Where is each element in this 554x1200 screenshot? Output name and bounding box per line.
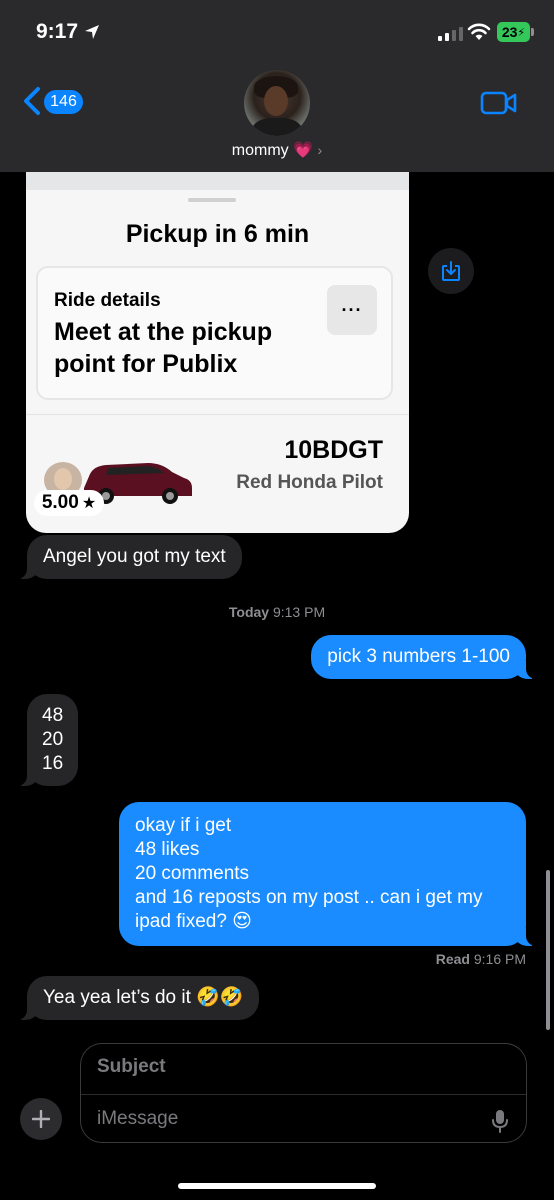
more-options-button: ··· [327,285,377,335]
battery-icon: 23 ⚡ [497,22,530,42]
microphone-icon[interactable] [491,1108,509,1134]
compose-box[interactable]: Subject iMessage [80,1043,527,1143]
ride-details-text: Meet at the pickup point for Publix [54,318,273,378]
status-time: 9:17 [36,20,79,43]
read-label: Read [435,951,470,967]
scroll-indicator[interactable] [546,870,550,1030]
message-bubble-outgoing[interactable]: pick 3 numbers 1-100 [311,635,538,679]
timestamp-time: 9:13 PM [272,604,326,620]
card-divider [26,414,409,415]
car-model: Red Honda Pilot [236,472,383,493]
message-text: Yea yea let’s do it 🤣🤣 [43,987,244,1008]
message-bubble-incoming[interactable]: 48 20 16 [14,694,79,786]
contact-avatar[interactable] [244,70,310,136]
contact-name[interactable]: mommy [232,142,289,159]
battery-level: 23 [501,24,518,40]
star-icon: ★ [81,495,97,512]
apps-plus-button[interactable] [20,1098,62,1140]
map-strip [26,172,409,190]
message-bubble-incoming[interactable]: Angel you got my text [15,535,242,579]
ride-details-box: Ride details Meet at the pickup point fo… [36,266,393,400]
save-download-icon[interactable] [428,248,474,294]
driver-rating: 5.00 ★ [34,490,104,516]
wifi-icon [467,23,491,40]
message-bubble-outgoing[interactable]: okay if i get 48 likes 20 comments and 1… [119,802,538,946]
rating-value: 5.00 [41,492,79,513]
contact-name-row[interactable]: mommy 💗 › [0,140,554,160]
chevron-right-icon: › [317,142,323,158]
pickup-title: Pickup in 6 min [125,220,310,248]
read-receipt: Read 9:16 PM [436,951,526,967]
subject-input[interactable]: Subject [97,1056,497,1078]
video-call-icon[interactable] [480,90,518,116]
ride-details-label: Ride details [54,290,161,311]
read-time: 9:16 PM [473,951,526,967]
back-chevron-icon[interactable] [22,86,42,116]
location-arrow-icon [85,25,99,39]
conversation-header: 9:17 23 ⚡ 146 mommy 💗 › [0,0,554,172]
ride-share-screenshot[interactable]: Pickup in 6 min Ride details Meet at the… [26,172,409,533]
home-indicator[interactable] [178,1183,376,1189]
license-plate: 10BDGT [284,436,383,464]
message-text: 48 20 16 [42,705,64,774]
message-bubble-incoming[interactable]: Yea yea let’s do it 🤣🤣 [14,976,260,1020]
message-text: pick 3 numbers 1-100 [327,646,510,667]
cellular-signal-icon [438,25,463,41]
timestamp-day: Today [228,604,270,620]
sheet-handle [188,198,236,202]
timestamp-separator: Today 9:13 PM [0,604,554,620]
heart-emoji-icon: 💗 [293,142,314,159]
compose-divider [81,1094,526,1095]
message-input[interactable]: iMessage [97,1108,457,1130]
plus-icon [32,1110,50,1128]
unread-count-badge[interactable]: 146 [44,90,83,114]
battery-cap [531,28,534,36]
message-text: okay if i get 48 likes 20 comments and 1… [135,815,483,932]
message-text: Angel you got my text [43,546,226,567]
